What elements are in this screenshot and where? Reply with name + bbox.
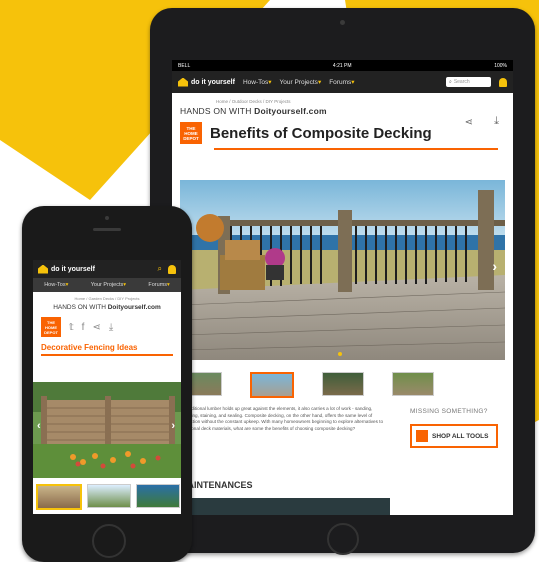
facebook-icon[interactable]: f (82, 322, 85, 333)
chevron-right-icon[interactable]: › (171, 420, 175, 432)
ipad-screen: BELL 4:21 PM 100% do it yourself How-Tos… (172, 60, 513, 515)
caret-down-icon: ▾ (65, 282, 69, 288)
user-icon[interactable] (499, 77, 507, 87)
home-depot-logo-text: THE HOME DEPOT (183, 125, 199, 141)
breadcrumb[interactable]: Home / Outdoor Decks / DIY Projects (172, 93, 513, 104)
article-body: …Traditional lumber holds up great again… (180, 406, 384, 431)
chevron-right-icon[interactable]: › (492, 258, 497, 274)
menu-how-tos-label: How-Tos (44, 282, 66, 288)
site-logo-text: do it yourself (191, 78, 235, 86)
chevron-left-icon[interactable]: ‹ (37, 420, 41, 432)
site-logo[interactable]: do it yourself (178, 77, 235, 87)
caret-down-icon: ▾ (167, 282, 170, 288)
thumbnail[interactable] (87, 484, 131, 508)
twitter-icon[interactable]: 𝕥 (69, 322, 74, 333)
nav-your-projects[interactable]: Your Projects▾ (280, 78, 322, 86)
caret-down-icon: ▾ (351, 79, 355, 86)
ipad-camera (340, 20, 345, 25)
iphone-speaker (93, 228, 121, 231)
home-depot-logo: THE HOME DEPOT (41, 317, 61, 337)
nav-how-tos[interactable]: How-Tos▾ (243, 78, 272, 86)
thumbnail[interactable] (136, 484, 180, 508)
shop-all-tools-label: SHOP ALL TOOLS (432, 432, 489, 440)
hands-on-prefix: HANDS ON WITH (53, 304, 108, 311)
missing-something-label: MISSING SOMETHING? (410, 408, 488, 415)
download-icon[interactable]: ⤓ (109, 322, 113, 333)
mobile-icon-row: THE HOME DEPOT 𝕥 f ⋖ ⤓ (33, 311, 181, 337)
thumbnail[interactable] (322, 372, 364, 396)
hands-on-site: Doityourself.com (107, 304, 161, 311)
carousel-dot[interactable] (338, 352, 342, 356)
home-depot-logo: THE HOME DEPOT (180, 122, 202, 144)
title-underline (41, 354, 173, 356)
carrier-label: BELL (178, 62, 191, 69)
menu-how-tos[interactable]: How-Tos▾ (44, 282, 68, 288)
site-logo[interactable]: do it yourself (38, 264, 95, 274)
battery-label: 100% (494, 62, 507, 69)
search-icon[interactable]: ⌕ (158, 264, 162, 274)
house-logo-icon (178, 77, 188, 87)
caret-down-icon: ▾ (317, 79, 322, 86)
ipad-home-button[interactable] (327, 523, 359, 555)
thumbnail-strip (180, 372, 440, 398)
section-image (180, 498, 390, 515)
search-placeholder: Search (453, 79, 470, 85)
title-underline (214, 148, 498, 150)
iphone-screen: do it yourself ⌕ How-Tos▾ Your Projects▾… (33, 260, 181, 514)
home-depot-mini-icon (416, 430, 428, 442)
menu-forums-label: Forums (148, 282, 168, 288)
iphone-device: do it yourself ⌕ How-Tos▾ Your Projects▾… (22, 206, 192, 562)
nav-forums-label: Forums (329, 79, 352, 86)
ipad-status-bar: BELL 4:21 PM 100% (172, 60, 513, 71)
thumbnail[interactable] (392, 372, 434, 396)
hands-on-site: Doityourself.com (254, 106, 327, 116)
menu-forums[interactable]: Forums▾ (148, 282, 169, 288)
user-icon[interactable] (168, 264, 176, 274)
search-input[interactable]: ⌕ Search (446, 77, 491, 87)
menu-your-projects[interactable]: Your Projects▾ (91, 282, 126, 288)
page-title: Benefits of Composite Decking (210, 124, 432, 142)
ipad-nav-bar: do it yourself How-Tos▾ Your Projects▾ F… (172, 71, 513, 93)
hero-image-deck: ‹ › (179, 180, 506, 360)
home-depot-logo-text: THE HOME DEPOT (44, 319, 58, 335)
clock-label: 4:21 PM (332, 62, 352, 69)
hero-image-fence (33, 382, 181, 478)
share-icon[interactable]: ⋖ (465, 117, 473, 128)
breadcrumb[interactable]: Home / Garden Decks / DIY Projects (33, 292, 181, 301)
share-icon[interactable]: ⋖ (92, 322, 100, 333)
caret-down-icon: ▾ (123, 282, 127, 288)
iphone-home-button[interactable] (92, 524, 126, 558)
thumbnail-active[interactable] (250, 372, 294, 398)
mobile-nav-bar: do it yourself ⌕ (33, 260, 181, 278)
thumbnail-active[interactable] (36, 484, 82, 510)
search-icon: ⌕ (449, 79, 452, 85)
menu-your-projects-label: Your Projects (90, 282, 124, 288)
mobile-menu: How-Tos▾ Your Projects▾ Forums▾ (33, 278, 181, 292)
download-icon[interactable]: ⤓ (494, 115, 499, 128)
nav-your-projects-label: Your Projects (279, 79, 318, 86)
page-title: Decorative Fencing Ideas (41, 343, 138, 352)
hands-on-heading: HANDS ON WITH Doityourself.com (172, 104, 513, 116)
shop-all-tools-button[interactable]: SHOP ALL TOOLS (410, 424, 498, 448)
nav-how-tos-label: How-Tos (242, 79, 269, 86)
ipad-device: BELL 4:21 PM 100% do it yourself How-Tos… (150, 8, 535, 555)
house-logo-icon (38, 264, 48, 274)
caret-down-icon: ▾ (268, 79, 272, 86)
nav-forums[interactable]: Forums▾ (329, 78, 354, 86)
hands-on-prefix: HANDS ON WITH (180, 106, 255, 116)
thumbnail-strip (36, 484, 180, 510)
site-logo-text: do it yourself (51, 265, 95, 273)
title-row: THE HOME DEPOT Benefits of Composite Dec… (172, 116, 513, 144)
hands-on-heading: HANDS ON WITH Doityourself.com (33, 301, 181, 311)
iphone-camera (105, 216, 109, 220)
